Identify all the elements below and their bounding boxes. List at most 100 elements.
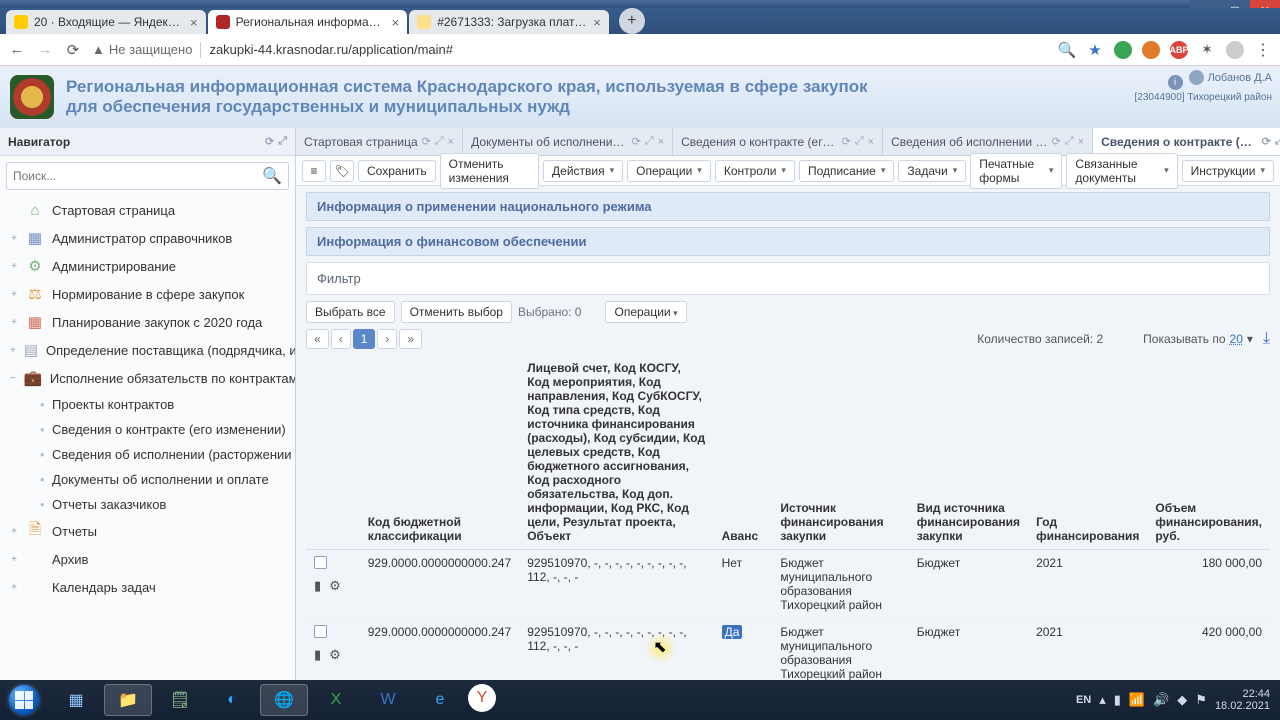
forward-icon[interactable]: → (36, 41, 54, 59)
taskbar-app[interactable]: ▦ (52, 684, 100, 716)
browser-tab[interactable]: 20 · Входящие — Яндекс.Почта × (6, 10, 206, 34)
col-amount[interactable]: Объем финансирования, руб. (1147, 355, 1270, 550)
print-forms-menu[interactable]: Печатные формы (970, 153, 1062, 189)
nav-isp-docs[interactable]: Документы об исполнении и оплате (0, 467, 295, 492)
tab-expand-icon[interactable]: ⤢ (435, 135, 444, 148)
nav-norm[interactable]: +⚖Нормирование в сфере закупок (0, 280, 295, 308)
search-icon[interactable]: 🔍 (1058, 41, 1076, 59)
profile-icon[interactable] (1226, 41, 1244, 59)
operations-menu[interactable]: Операции (627, 160, 711, 182)
col-source[interactable]: Источник финансирования закупки (772, 355, 908, 550)
row-checkbox[interactable] (314, 556, 327, 569)
tray-up-icon[interactable]: ▴ (1099, 692, 1106, 708)
tray-network-icon[interactable]: 📶 (1129, 692, 1145, 708)
instructions-menu[interactable]: Инструкции (1182, 160, 1274, 182)
taskbar-app-chrome[interactable]: 🌐 (260, 684, 308, 716)
linked-docs-menu[interactable]: Связанные документы (1066, 153, 1177, 189)
row-doc-icon[interactable]: ▮ (314, 578, 321, 594)
tab-close-icon[interactable]: × (448, 136, 454, 148)
taskbar-app-teamviewer[interactable]: ◐ (208, 684, 256, 716)
pager-last[interactable]: » (399, 329, 422, 349)
nav-admin-spr[interactable]: +▦Администратор справочников (0, 224, 295, 252)
browser-tab[interactable]: #2671333: Загрузка платежных × (409, 10, 609, 34)
user-menu[interactable]: Лобанов Д.А (1189, 70, 1272, 85)
doc-tab[interactable]: Документы об исполнении и...⟳⤢× (463, 128, 673, 155)
nav-isp-otch-z[interactable]: Отчеты заказчиков (0, 492, 295, 517)
pager-next[interactable]: › (377, 329, 397, 349)
nav-arch[interactable]: +Архив (0, 545, 295, 573)
taskbar-app[interactable]: 🗒 (156, 684, 204, 716)
taskbar-clock[interactable]: 22:44 18.02.2021 (1215, 688, 1270, 712)
refresh-icon[interactable]: ⟳ (265, 135, 274, 148)
tray-battery-icon[interactable]: ▮ (1114, 692, 1121, 708)
tab-close-icon[interactable]: × (190, 15, 198, 30)
col-avans[interactable]: Аванс (714, 355, 773, 550)
search-icon[interactable]: 🔍 (262, 166, 282, 186)
taskbar-app-excel[interactable]: X (312, 684, 360, 716)
nav-cal[interactable]: +Календарь задач (0, 573, 295, 601)
cancel-changes-button[interactable]: Отменить изменения (440, 153, 539, 189)
address-bar[interactable]: ▲Не защищено zakupki-44.krasnodar.ru/app… (92, 42, 1048, 58)
nav-opred[interactable]: +▤Определение поставщика (подрядчика, ис (0, 336, 295, 364)
nav-isp-sved-k[interactable]: Сведения о контракте (его изменении) (0, 417, 295, 442)
export-icon[interactable]: ⤓ (1263, 330, 1270, 348)
start-button[interactable] (0, 680, 48, 720)
menu-icon[interactable]: ≡ (302, 160, 326, 182)
panel-financing[interactable]: Информация о финансовом обеспечении (306, 227, 1270, 256)
nav-isp[interactable]: −💼Исполнение обязательств по контрактам (0, 364, 295, 392)
nav-admin[interactable]: +⚙Администрирование (0, 252, 295, 280)
col-long[interactable]: Лицевой счет, Код КОСГУ, Код мероприятия… (519, 355, 713, 550)
expand-icon[interactable]: ⤢ (278, 135, 287, 148)
nav-plan[interactable]: +▦Планирование закупок с 2020 года (0, 308, 295, 336)
pager-page-1[interactable]: 1 (353, 329, 376, 349)
col-source-type[interactable]: Вид источника финансирования закупки (909, 355, 1028, 550)
input-language[interactable]: EN (1076, 694, 1091, 706)
taskbar-app-explorer[interactable]: 📁 (104, 684, 152, 716)
back-icon[interactable]: ← (8, 41, 26, 59)
doc-tab[interactable]: Сведения об исполнении (р...⟳⤢× (883, 128, 1093, 155)
page-size[interactable]: Показывать по 20▾ (1143, 332, 1253, 346)
tab-close-icon[interactable]: × (593, 15, 601, 30)
signing-menu[interactable]: Подписание (799, 160, 894, 182)
reload-icon[interactable]: ⟳ (64, 41, 82, 59)
menu-icon[interactable]: ⋮ (1254, 41, 1272, 59)
row-doc-icon[interactable]: ▮ (314, 647, 321, 663)
extension-icon[interactable] (1114, 41, 1132, 59)
navigator-search[interactable]: 🔍 (6, 162, 289, 190)
doc-tab[interactable]: Сведения о контракте (его...⟳⤢× (673, 128, 883, 155)
nav-start[interactable]: ⌂Стартовая страница (0, 196, 295, 224)
pager-prev[interactable]: ‹ (331, 329, 351, 349)
taskbar-app-yandex[interactable]: Y (468, 684, 496, 712)
nav-isp-proj[interactable]: Проекты контрактов (0, 392, 295, 417)
nav-otch[interactable]: +🗎Отчеты (0, 517, 295, 545)
new-tab-button[interactable]: + (619, 8, 645, 34)
search-input[interactable] (13, 169, 262, 183)
table-row[interactable]: ▮⚙ 929.0000.0000000000.247 929510970, -,… (306, 619, 1270, 681)
row-operations-menu[interactable]: Операции (605, 301, 686, 323)
extensions-icon[interactable]: ✶ (1198, 41, 1216, 59)
tray-volume-icon[interactable]: 🔊 (1153, 692, 1169, 708)
row-gear-icon[interactable]: ⚙ (329, 578, 341, 594)
doc-tab[interactable]: Стартовая страница⟳⤢× (296, 128, 463, 155)
select-all-button[interactable]: Выбрать все (306, 301, 395, 323)
filter-box[interactable]: Фильтр (306, 262, 1270, 295)
info-icon[interactable]: i (1168, 75, 1183, 90)
col-kbk[interactable]: Код бюджетной классификации (360, 355, 519, 550)
save-button[interactable]: Сохранить (358, 160, 436, 182)
nav-isp-sved-i[interactable]: Сведения об исполнении (расторжении (0, 442, 295, 467)
actions-menu[interactable]: Действия (543, 160, 623, 182)
tray-flag-icon[interactable]: ⚑ (1195, 692, 1207, 708)
tab-close-icon[interactable]: × (392, 15, 400, 30)
taskbar-app-word[interactable]: W (364, 684, 412, 716)
extension-icon[interactable] (1142, 41, 1160, 59)
browser-tab-active[interactable]: Региональная информационна × (208, 10, 408, 34)
table-row[interactable]: ▮⚙ 929.0000.0000000000.247 929510970, -,… (306, 550, 1270, 619)
adblock-icon[interactable]: ABP (1170, 41, 1188, 59)
doc-tab-active[interactable]: Сведения о контракте (его...⟳⤢× (1093, 128, 1280, 155)
tray-shield-icon[interactable]: ◆ (1177, 692, 1187, 708)
tasks-menu[interactable]: Задачи (898, 160, 966, 182)
col-year[interactable]: Год финансирования (1028, 355, 1147, 550)
panel-national-regime[interactable]: Информация о применении национального ре… (306, 192, 1270, 221)
pager-first[interactable]: « (306, 329, 329, 349)
controls-menu[interactable]: Контроли (715, 160, 795, 182)
